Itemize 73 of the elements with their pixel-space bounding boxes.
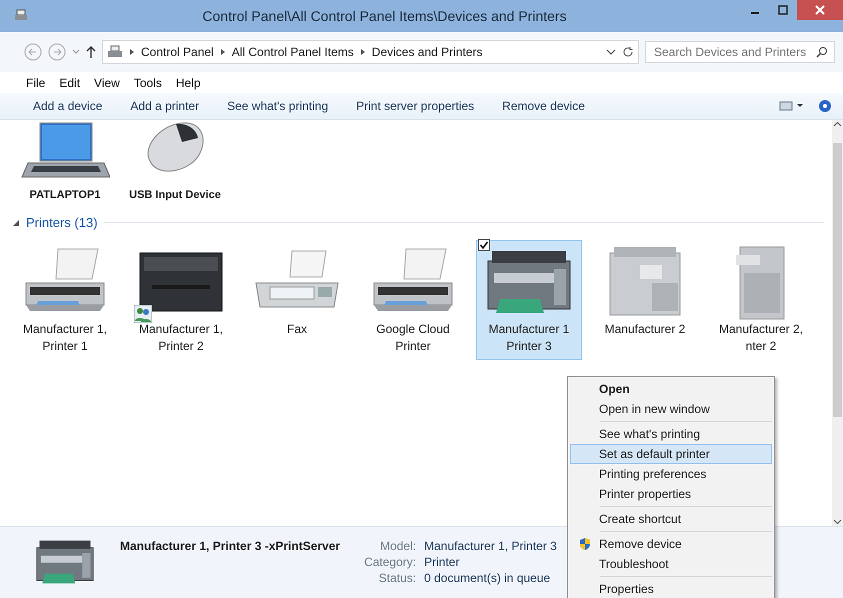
refresh-icon[interactable] <box>622 46 634 58</box>
close-icon <box>815 5 825 15</box>
menu-item[interactable]: Open in new window <box>570 399 772 419</box>
menu-item[interactable]: Troubleshoot <box>570 554 772 574</box>
group-header[interactable]: Printers (13) <box>26 215 98 230</box>
device-label: USB Input Device <box>129 188 221 203</box>
menu-item[interactable]: See what's printing <box>570 424 772 444</box>
checkbox[interactable] <box>478 239 490 251</box>
address-field[interactable]: Control Panel All Control Panel Items Devices and Printers <box>102 40 639 64</box>
chevron-right-icon[interactable] <box>220 48 226 56</box>
field-value: 0 document(s) in queue <box>424 571 552 585</box>
search-field[interactable]: Search Devices and Printers <box>645 41 835 63</box>
printer-icon <box>14 9 28 23</box>
printer-tile[interactable]: Fax <box>244 240 350 360</box>
close-button[interactable] <box>797 0 843 20</box>
selected-printer-tile[interactable]: Manufacturer 1 Printer 3 <box>476 240 582 360</box>
printer-tile[interactable]: Manufacturer 1, Printer 1 <box>12 240 118 360</box>
shield-icon <box>579 537 591 551</box>
menu-item[interactable]: Help <box>176 76 201 90</box>
menu-item[interactable]: Properties <box>570 579 772 598</box>
up-arrow-icon[interactable] <box>86 45 96 59</box>
printer-name: Manufacturer 1, Printer 3 -xPrintServer <box>120 539 340 555</box>
device-tile[interactable]: PATLAPTOP1 <box>12 120 118 209</box>
window-title: Control Panel\All Control Panel Items\Devices and Printers <box>201 8 568 24</box>
device-label: Manufacturer 1, Printer 2 <box>138 321 224 355</box>
device-label: Manufacturer 2 <box>604 321 686 338</box>
toolbar-button[interactable]: Print server properties <box>356 99 474 113</box>
maximize-icon <box>778 5 788 15</box>
printer-icon <box>107 45 123 59</box>
field-value: Manufacturer 1, Printer 3 <box>424 539 557 553</box>
collapse-arrow-icon[interactable] <box>12 218 20 226</box>
view-options-icon[interactable] <box>779 101 803 111</box>
device-label: Google Cloud Printer <box>376 321 450 355</box>
device-label: PATLAPTOP1 <box>30 188 100 203</box>
minimize-icon <box>751 12 759 14</box>
menu-item[interactable]: Edit <box>59 76 80 90</box>
device-tile[interactable]: USB Input Device <box>122 120 228 209</box>
device-label: Manufacturer 1, Printer 1 <box>22 321 108 355</box>
menu-item[interactable]: Printing preferences <box>570 464 772 484</box>
field-label: Model: <box>379 539 416 553</box>
printer-tile[interactable]: Google Cloud Printer <box>360 240 466 360</box>
breadcrumb[interactable]: Control Panel <box>141 45 214 59</box>
dropdown-caret-icon[interactable] <box>606 48 616 56</box>
field-label: Category: <box>364 555 416 569</box>
menu-item[interactable]: Open <box>570 379 772 399</box>
menu-item[interactable]: Tools <box>134 76 162 90</box>
scroll-down-icon[interactable] <box>833 517 842 526</box>
chevron-right-icon[interactable] <box>129 48 135 56</box>
menu-item[interactable]: File <box>26 76 46 90</box>
breadcrumb[interactable]: All Control Panel Items <box>232 45 354 59</box>
printer-tile[interactable]: Manufacturer 2, nter 2 <box>708 240 814 360</box>
chevron-right-icon[interactable] <box>360 48 366 56</box>
menu-item[interactable]: Create shortcut <box>570 509 772 529</box>
toolbar-button[interactable]: See what's printing <box>227 99 328 113</box>
field-label: Status: <box>378 571 416 585</box>
device-label: Fax <box>286 321 307 338</box>
scrollbar[interactable] <box>832 120 843 526</box>
breadcrumb[interactable]: Devices and Printers <box>372 45 482 59</box>
menu-item[interactable]: Set as default printer <box>570 444 772 464</box>
toolbar-button[interactable]: Remove device <box>502 99 585 113</box>
toolbar-button[interactable]: Add a printer <box>130 99 200 113</box>
scroll-up-icon[interactable] <box>833 120 842 129</box>
device-label: Manufacturer 1 Printer 3 <box>488 321 570 355</box>
field-value: Printer <box>424 555 460 569</box>
help-icon[interactable] <box>819 100 831 112</box>
menu-item[interactable]: View <box>94 76 120 90</box>
menu-item[interactable]: Printer properties <box>570 484 772 504</box>
toolbar-button[interactable]: Add a device <box>33 99 102 113</box>
printer-tile[interactable]: Manufacturer 2 <box>592 240 698 360</box>
device-label: Manufacturer 2, nter 2 <box>718 321 804 355</box>
search-icon[interactable] <box>816 46 828 58</box>
menu-item[interactable]: Remove device <box>570 534 772 554</box>
printer-tile[interactable]: Manufacturer 1, Printer 2 <box>128 240 234 360</box>
